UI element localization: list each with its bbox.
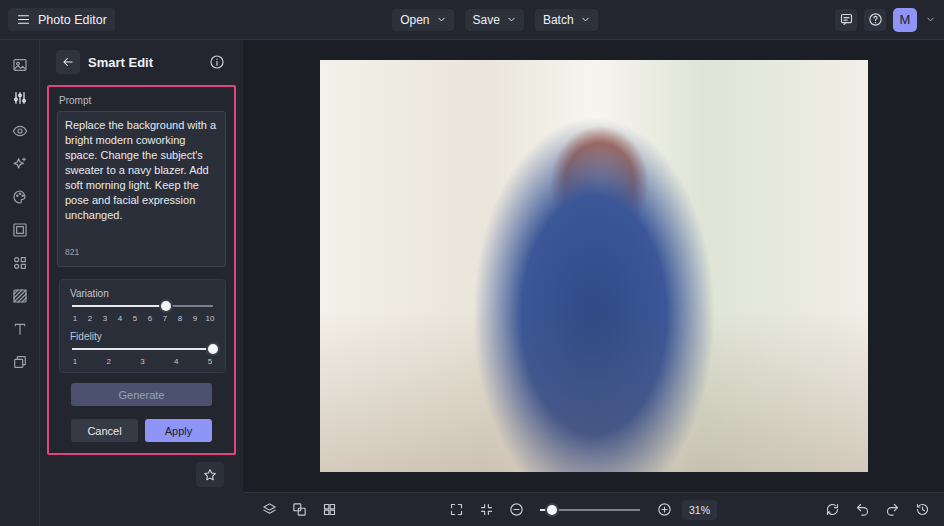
slider-row: Variation 123456789 10 (70, 288, 215, 323)
tick-label: 6 (145, 314, 155, 323)
palette-icon[interactable] (7, 184, 33, 210)
tick-label: 3 (100, 314, 110, 323)
tick-label: 3 (138, 357, 148, 366)
slider-knob[interactable] (206, 342, 220, 356)
slider-ticks: 123456789 10 (70, 314, 215, 323)
menu-label: Save (473, 13, 500, 27)
actual-size-icon[interactable] (474, 498, 498, 522)
settings-card: Variation12345678910Fidelity12345 (59, 279, 226, 373)
canvas-stage (243, 40, 944, 492)
top-bar: Photo Editor Open Save Batch M (0, 0, 944, 40)
file-menus: Open Save Batch (115, 9, 835, 31)
slider-label: Variation (70, 288, 215, 299)
cancel-button[interactable]: Cancel (71, 419, 138, 442)
menu-label: Open (400, 13, 429, 27)
zoom-slider[interactable] (540, 509, 640, 511)
menu-label: Batch (543, 13, 574, 27)
compare-icon[interactable] (287, 498, 311, 522)
generate-button[interactable]: Generate (71, 383, 212, 406)
apply-button[interactable]: Apply (145, 419, 212, 442)
tick-label: 7 (160, 314, 170, 323)
slider-knob[interactable] (159, 299, 173, 313)
history-tools (820, 498, 934, 522)
shapes-icon[interactable] (7, 250, 33, 276)
action-buttons: Cancel Apply (71, 419, 212, 442)
tick-label: 1 (70, 357, 80, 366)
tick-label: 10 (205, 314, 215, 323)
user-avatar[interactable]: M (893, 8, 917, 32)
account-chevron-icon[interactable] (924, 8, 936, 32)
zoom-out-icon[interactable] (504, 498, 528, 522)
app-title: Photo Editor (38, 13, 107, 27)
prompt-section: Prompt Replace the background with a brig… (47, 85, 236, 455)
zoom-in-icon[interactable] (652, 498, 676, 522)
slider-track[interactable] (72, 348, 213, 350)
grid-icon[interactable] (317, 498, 341, 522)
layers-icon[interactable] (257, 498, 281, 522)
undo-icon[interactable] (850, 498, 874, 522)
bottom-toolbar: 31% (243, 492, 944, 526)
menu-button[interactable]: Save (465, 9, 524, 31)
edited-photo (320, 60, 868, 472)
slider-label: Fidelity (70, 331, 215, 342)
tool-rail (0, 40, 40, 526)
image-icon[interactable] (7, 52, 33, 78)
star-icon[interactable] (196, 462, 224, 487)
prompt-field[interactable]: Replace the background with a bright mod… (57, 111, 226, 267)
panel-header: Smart Edit (40, 40, 243, 84)
zoom-controls: 31% (444, 498, 717, 522)
smart-edit-panel: Smart Edit Prompt Replace the background w… (40, 40, 243, 526)
feedback-icon[interactable] (835, 9, 857, 31)
prompt-label: Prompt (57, 95, 226, 106)
view-tools (257, 498, 341, 522)
tick-label: 2 (104, 357, 114, 366)
frame-icon[interactable] (7, 217, 33, 243)
tick-label: 8 (175, 314, 185, 323)
slider-row: Fidelity 1 2 3 4 5 (70, 331, 215, 366)
tick-label: 5 (205, 357, 215, 366)
info-icon[interactable] (205, 50, 229, 74)
help-icon[interactable] (864, 9, 886, 31)
prompt-text: Replace the background with a bright mod… (65, 118, 218, 223)
adjust-sliders-icon[interactable] (7, 85, 33, 111)
reset-icon[interactable] (820, 498, 844, 522)
fit-screen-icon[interactable] (444, 498, 468, 522)
text-icon[interactable] (7, 316, 33, 342)
zoom-reading: 31% (682, 500, 717, 520)
app-menu-button[interactable]: Photo Editor (8, 8, 115, 31)
chevron-down-icon (436, 14, 447, 25)
menu-button[interactable]: Open (392, 9, 453, 31)
redo-icon[interactable] (880, 498, 904, 522)
workspace: Smart Edit Prompt Replace the background w… (0, 40, 944, 526)
slider-fill (72, 348, 213, 350)
eye-icon[interactable] (7, 118, 33, 144)
top-actions: M (835, 8, 936, 32)
chevron-down-icon (506, 14, 517, 25)
tick-label: 4 (171, 357, 181, 366)
chevron-down-icon (580, 14, 591, 25)
tick-label: 5 (130, 314, 140, 323)
slider-track[interactable] (72, 305, 213, 307)
tick-label: 4 (115, 314, 125, 323)
tick-label: 9 (190, 314, 200, 323)
slider-ticks: 1 2 3 4 5 (70, 357, 215, 366)
sparkle-icon[interactable] (7, 151, 33, 177)
slider-fill (72, 305, 166, 307)
overlay-icon[interactable] (7, 349, 33, 375)
texture-icon[interactable] (7, 283, 33, 309)
menu-button[interactable]: Batch (535, 9, 598, 31)
panel-title: Smart Edit (88, 55, 197, 70)
history-icon[interactable] (910, 498, 934, 522)
back-arrow-icon[interactable] (56, 50, 80, 74)
canvas-area: 31% (243, 40, 944, 526)
tick-label: 2 (85, 314, 95, 323)
zoom-knob[interactable] (545, 503, 559, 517)
character-count: 821 (65, 247, 218, 260)
favorite-row (40, 455, 243, 487)
tick-label: 1 (70, 314, 80, 323)
hamburger-icon (16, 12, 31, 27)
